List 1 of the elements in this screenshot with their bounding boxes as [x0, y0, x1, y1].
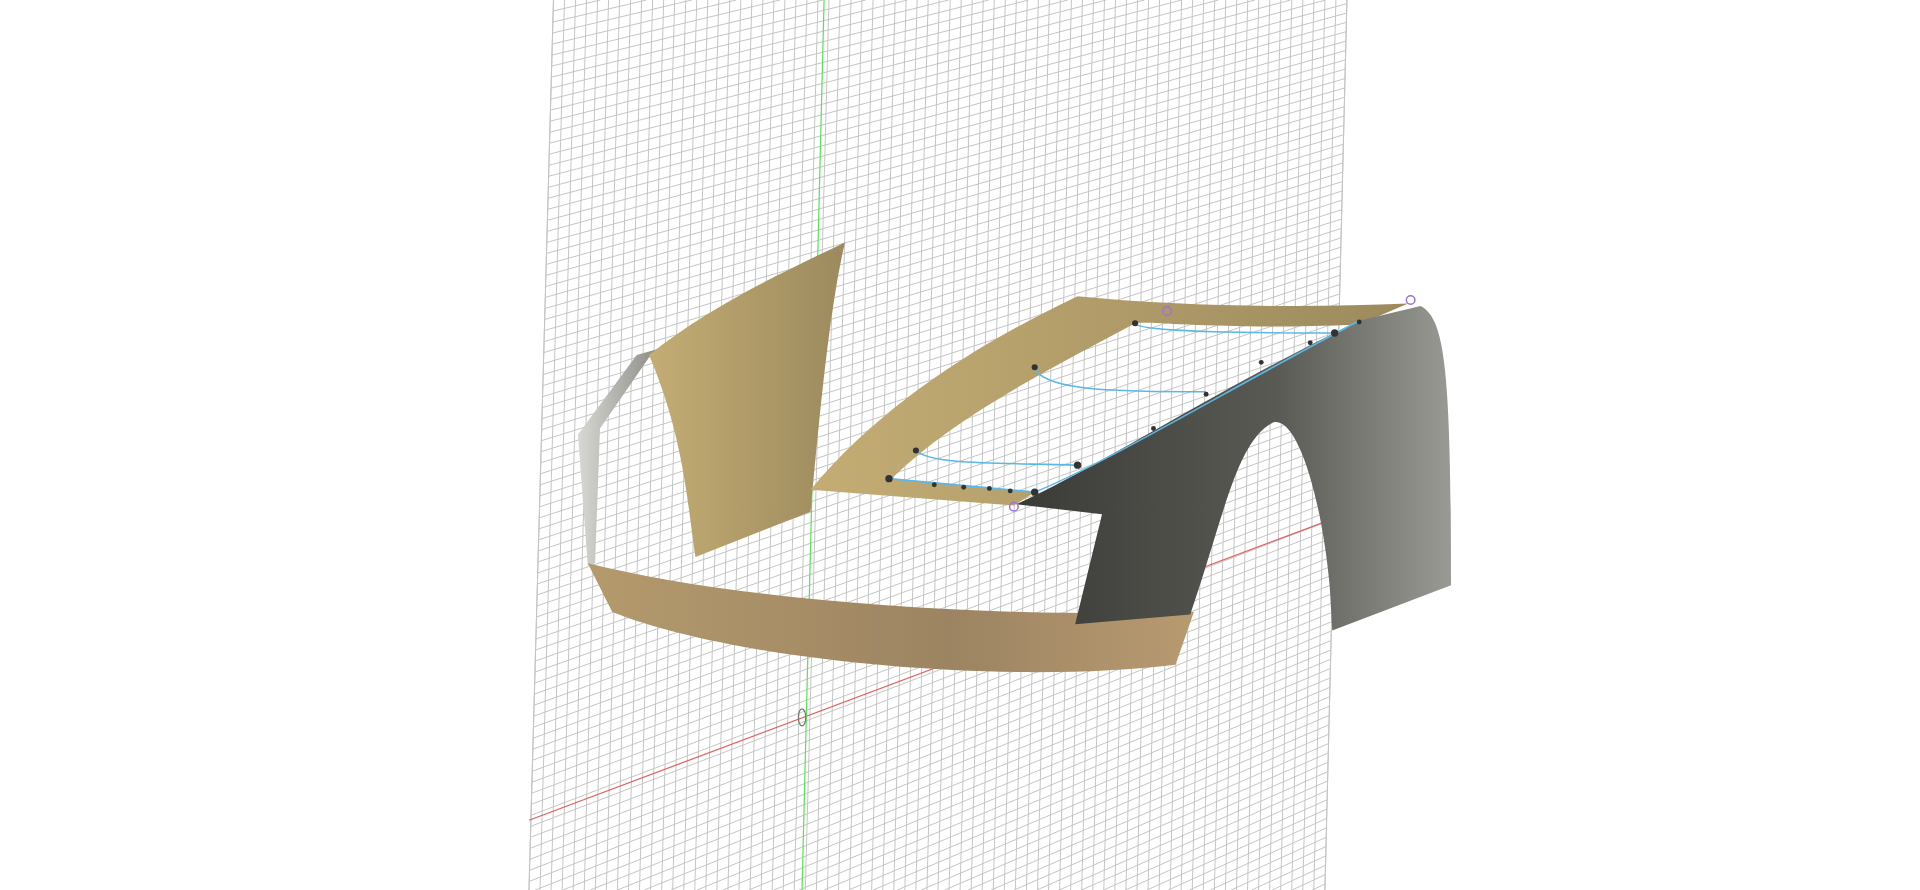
pivot-icon[interactable]: [797, 708, 807, 727]
